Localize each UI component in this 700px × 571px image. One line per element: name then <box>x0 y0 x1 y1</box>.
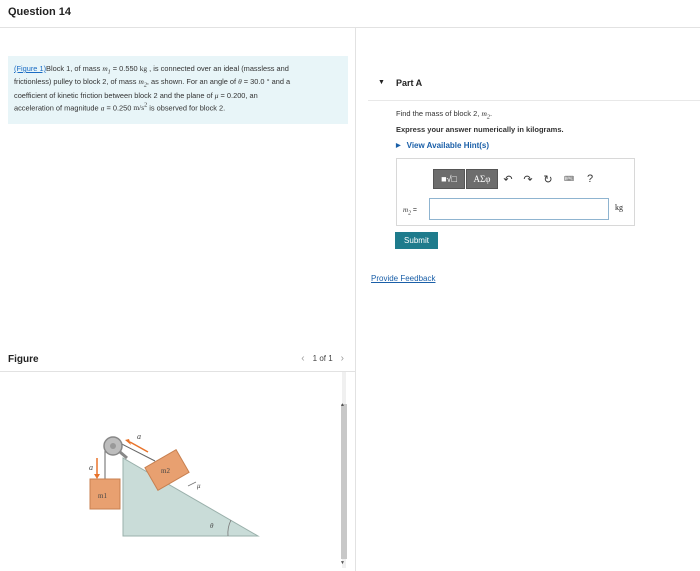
pulley-axle <box>110 443 116 449</box>
keyboard-icon[interactable]: ⌨ <box>558 169 580 189</box>
incline-ramp <box>122 457 260 537</box>
friction-marker <box>187 481 197 487</box>
hint-caret-icon: ▶ <box>396 143 401 149</box>
prev-figure-button[interactable]: ‹ <box>301 353 304 364</box>
hint-label: View Available Hint(s) <box>406 141 490 150</box>
figure-pager: ‹ 1 of 1 › <box>301 353 344 364</box>
help-icon[interactable]: ? <box>580 169 600 189</box>
answer-label: m2 = <box>403 206 418 217</box>
figure-title: Figure <box>8 354 39 365</box>
problem-text: = 0.550 <box>110 64 140 73</box>
answer-editor: ■√□ ΑΣφ ↶ ↷ ↻ ⌨ ? m2 = <box>396 158 635 226</box>
problem-text: frictionless) pulley to block 2, of mass <box>14 77 139 87</box>
answer-unit: kg <box>615 203 623 212</box>
problem-text: , as shown. For an angle of <box>146 77 239 87</box>
view-hints-link[interactable]: ▶ View Available Hint(s) <box>396 141 489 150</box>
m2-answer-input[interactable] <box>429 198 609 220</box>
answer-instruction: Express your answer numerically in kilog… <box>396 125 564 134</box>
submit-button[interactable]: Submit <box>395 232 438 249</box>
theta-label: θ <box>210 522 214 530</box>
scroll-thumb[interactable] <box>341 404 347 559</box>
templates-button[interactable]: ■√□ <box>433 169 465 189</box>
accel-label-block-2: a <box>137 432 141 441</box>
part-a-header[interactable]: ▼ Part A <box>368 67 700 101</box>
question-title: Question 14 <box>8 6 71 18</box>
provide-feedback-link[interactable]: Provide Feedback <box>371 274 435 283</box>
figure-link[interactable]: (Figure 1) <box>14 64 46 73</box>
figure-scrollbar[interactable]: ▲ ▼ <box>340 372 347 571</box>
accel-unit: m/s2 <box>133 102 148 113</box>
m2-symbol: m2 <box>481 109 491 121</box>
next-figure-button[interactable]: › <box>341 353 344 364</box>
accel-arrow-block-2 <box>129 441 149 453</box>
figure-header: Figure ‹ 1 of 1 › <box>0 348 356 372</box>
problem-text: is observed for block 2. <box>147 103 226 113</box>
accel-label-block-1: a <box>89 463 93 472</box>
math-toolbar: ■√□ ΑΣφ ↶ ↷ ↻ ⌨ ? <box>433 169 600 189</box>
part-a-prompt: Find the mass of block 2, m2. <box>396 109 493 121</box>
problem-text: = 0.200, an <box>218 90 258 100</box>
problem-statement: (Figure 1)Block 1, of mass m1 = 0.550 kg… <box>8 56 348 124</box>
scroll-down-icon[interactable]: ▼ <box>340 560 345 566</box>
problem-text: , is connected over an ideal (massless a… <box>147 64 289 73</box>
problem-text: Block 1, of mass <box>46 64 103 73</box>
symbols-button[interactable]: ΑΣφ <box>466 169 498 189</box>
question-header: Question 14 <box>0 0 700 28</box>
collapse-caret-icon[interactable]: ▼ <box>378 79 385 86</box>
incline-pulley-figure: m1 m2 a a μ θ <box>89 432 260 537</box>
problem-text: = 0.250 <box>104 103 134 113</box>
m1-symbol: m1 <box>102 64 111 76</box>
right-pane: ▼ Part A Find the mass of block 2, m2. E… <box>356 28 700 571</box>
reset-icon[interactable]: ↻ <box>538 169 558 189</box>
part-a-title: Part A <box>396 78 423 88</box>
accel-arrow-block-1-head <box>94 474 100 479</box>
problem-text: = 30.0 ° and a <box>241 77 291 87</box>
mu-label: μ <box>197 482 201 490</box>
pager-label: 1 of 1 <box>312 354 333 363</box>
m2-symbol: m2 <box>138 77 147 89</box>
problem-text: acceleration of magnitude <box>14 103 101 113</box>
redo-icon[interactable]: ↷ <box>518 169 538 189</box>
scroll-up-icon[interactable]: ▲ <box>340 402 345 408</box>
block-2-label: m2 <box>161 467 170 475</box>
block-1-label: m1 <box>98 492 107 500</box>
undo-icon[interactable]: ↶ <box>498 169 518 189</box>
problem-text: coefficient of kinetic friction between … <box>14 90 215 100</box>
